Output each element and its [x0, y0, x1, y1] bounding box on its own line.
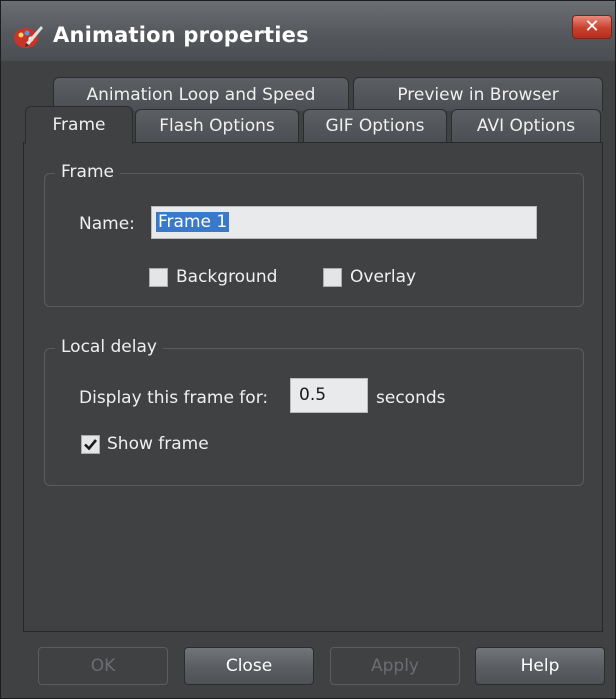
name-input[interactable]: Frame 1: [151, 206, 537, 239]
frame-group: Frame Name: Frame 1 Background Overlay: [44, 162, 584, 307]
dialog-window: Animation properties ✕ Animation Loop an…: [0, 0, 616, 699]
tab-avi-options[interactable]: AVI Options: [451, 109, 601, 142]
background-checkbox[interactable]: [149, 268, 168, 287]
help-button-label: Help: [520, 656, 560, 676]
ok-button-label: OK: [90, 656, 116, 676]
apply-button[interactable]: Apply: [330, 647, 460, 685]
name-input-value: Frame 1: [156, 212, 230, 232]
tab-label: GIF Options: [325, 116, 425, 136]
tab-label: Flash Options: [159, 116, 275, 136]
tab-label: Animation Loop and Speed: [86, 85, 316, 105]
local-delay-group-legend: Local delay: [55, 337, 163, 357]
overlay-label: Overlay: [350, 267, 417, 287]
local-delay-group: Local delay Display this frame for: 0.5 …: [44, 337, 584, 486]
show-frame-checkbox[interactable]: [81, 435, 100, 454]
tab-label: AVI Options: [476, 116, 576, 136]
overlay-checkbox[interactable]: [323, 268, 342, 287]
checkmark-icon: [84, 439, 98, 451]
close-button-label: Close: [225, 656, 273, 676]
tab-flash-options[interactable]: Flash Options: [135, 109, 299, 142]
close-button[interactable]: Close: [184, 647, 314, 685]
ok-button[interactable]: OK: [38, 647, 168, 685]
delay-input-value: 0.5: [299, 385, 327, 405]
title-bar[interactable]: Animation properties ✕: [1, 1, 615, 61]
close-window-button[interactable]: ✕: [572, 15, 612, 39]
help-button[interactable]: Help: [475, 647, 605, 685]
tab-panel-frame: Frame Name: Frame 1 Background Overlay L…: [23, 142, 603, 632]
seconds-label: seconds: [376, 388, 446, 408]
show-frame-label: Show frame: [107, 434, 209, 454]
name-label: Name:: [79, 214, 135, 234]
tab-gif-options[interactable]: GIF Options: [303, 109, 447, 142]
frame-group-legend: Frame: [55, 162, 120, 182]
close-icon: ✕: [584, 16, 600, 37]
tab-frame[interactable]: Frame: [25, 106, 133, 144]
display-frame-label: Display this frame for:: [79, 388, 269, 408]
tab-label: Preview in Browser: [397, 85, 559, 105]
dialog-title: Animation properties: [53, 23, 309, 47]
background-label: Background: [176, 267, 278, 287]
paint-palette-icon: [12, 23, 44, 51]
tab-preview-in-browser[interactable]: Preview in Browser: [353, 77, 603, 111]
tab-label: Frame: [52, 115, 106, 135]
delay-input[interactable]: 0.5: [290, 378, 368, 413]
apply-button-label: Apply: [371, 656, 419, 676]
